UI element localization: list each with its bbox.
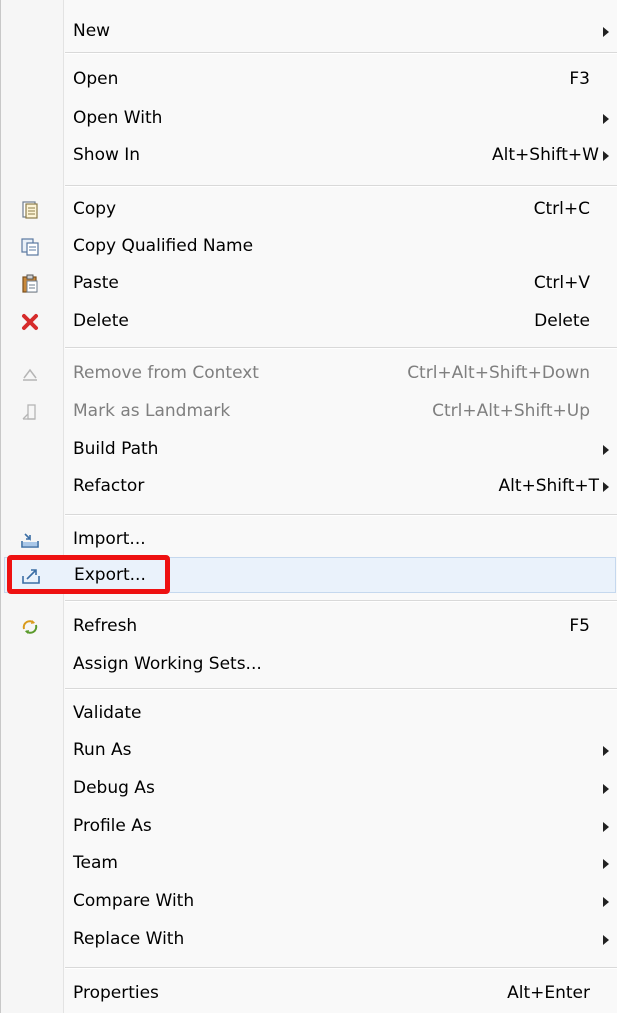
menu-item-shortcut: Ctrl+V — [533, 273, 590, 293]
menu-item-replace-with[interactable]: Replace With — [4, 922, 615, 958]
menu-item-open[interactable]: Open F3 — [4, 62, 615, 98]
menu-separator — [65, 600, 617, 602]
menu-separator — [65, 52, 617, 54]
menu-item-label: Refresh — [73, 616, 138, 636]
menu-separator — [65, 514, 617, 516]
submenu-arrow-icon — [603, 935, 609, 945]
menu-item-shortcut: F5 — [569, 616, 590, 636]
menu-item-new[interactable]: New — [4, 14, 615, 50]
menu-item-team[interactable]: Team — [4, 846, 615, 882]
delete-icon — [20, 312, 40, 332]
menu-item-run-as[interactable]: Run As — [4, 733, 615, 769]
submenu-arrow-icon — [603, 27, 609, 37]
menu-item-validate[interactable]: Validate — [4, 696, 615, 732]
submenu-arrow-icon — [603, 114, 609, 124]
menu-item-compare-with[interactable]: Compare With — [4, 884, 615, 920]
menu-item-build-path[interactable]: Build Path — [4, 432, 615, 468]
menu-item-assign-working-sets[interactable]: Assign Working Sets... — [4, 647, 615, 683]
menu-item-remove-from-context: Remove from Context Ctrl+Alt+Shift+Down — [4, 356, 615, 392]
menu-separator — [65, 688, 617, 690]
menu-item-label: Team — [73, 853, 118, 873]
menu-item-label: Profile As — [73, 816, 152, 836]
import-icon — [20, 530, 40, 550]
menu-item-label: Debug As — [73, 778, 155, 798]
paste-icon — [20, 274, 40, 294]
export-icon — [21, 566, 41, 586]
landmark-icon — [20, 402, 40, 422]
menu-item-label: Paste — [73, 273, 119, 293]
submenu-arrow-icon — [603, 784, 609, 794]
menu-item-label: Copy — [73, 199, 117, 219]
menu-item-shortcut: Alt+Shift+W — [492, 145, 599, 165]
menu-item-copy[interactable]: Copy Ctrl+C — [4, 192, 615, 228]
menu-item-label: Assign Working Sets... — [73, 654, 262, 674]
menu-item-label: Properties — [73, 983, 159, 1003]
menu-separator — [65, 185, 617, 187]
menu-item-shortcut: Ctrl+C — [533, 199, 590, 219]
menu-item-label: Show In — [73, 145, 141, 165]
menu-item-profile-as[interactable]: Profile As — [4, 809, 615, 845]
menu-item-open-with[interactable]: Open With — [4, 101, 615, 137]
menu-item-shortcut: Alt+Enter — [507, 983, 590, 1003]
menu-item-shortcut: Alt+Shift+T — [498, 476, 599, 496]
menu-item-refresh[interactable]: Refresh F5 — [4, 609, 615, 645]
menu-item-label: Remove from Context — [73, 363, 259, 383]
menu-item-show-in[interactable]: Show In Alt+Shift+W — [4, 138, 615, 174]
menu-item-label: Validate — [73, 703, 142, 723]
context-menu: New Open F3 Open With Show In Alt+Shift+… — [0, 0, 617, 1013]
menu-item-label: Export... — [74, 565, 146, 585]
menu-item-label: Import... — [73, 529, 146, 549]
menu-item-label: Open With — [73, 108, 163, 128]
menu-item-shortcut: F3 — [569, 69, 590, 89]
menu-item-copy-qualified-name[interactable]: Copy Qualified Name — [4, 229, 615, 265]
menu-item-label: Build Path — [73, 439, 159, 459]
menu-item-paste[interactable]: Paste Ctrl+V — [4, 266, 615, 302]
menu-item-debug-as[interactable]: Debug As — [4, 771, 615, 807]
menu-item-label: Copy Qualified Name — [73, 236, 254, 256]
menu-item-label: Compare With — [73, 891, 195, 911]
menu-separator — [65, 967, 617, 969]
menu-item-export[interactable]: Export... — [4, 557, 616, 593]
copy-qualified-name-icon — [20, 237, 40, 257]
menu-item-shortcut: Ctrl+Alt+Shift+Down — [407, 363, 590, 383]
refresh-icon — [20, 617, 40, 637]
menu-item-properties[interactable]: Properties Alt+Enter — [4, 976, 615, 1012]
submenu-arrow-icon — [603, 859, 609, 869]
menu-item-delete[interactable]: Delete Delete — [4, 304, 615, 340]
menu-item-mark-as-landmark: Mark as Landmark Ctrl+Alt+Shift+Up — [4, 394, 615, 430]
menu-item-import[interactable]: Import... — [4, 522, 615, 558]
submenu-arrow-icon — [603, 822, 609, 832]
submenu-arrow-icon — [603, 445, 609, 455]
submenu-arrow-icon — [603, 897, 609, 907]
menu-item-label: Refactor — [73, 476, 145, 496]
menu-item-shortcut: Delete — [534, 311, 590, 331]
menu-item-label: Mark as Landmark — [73, 401, 231, 421]
menu-item-shortcut: Ctrl+Alt+Shift+Up — [432, 401, 590, 421]
menu-item-label: Delete — [73, 311, 129, 331]
menu-item-label: New — [73, 21, 111, 41]
menu-item-label: Run As — [73, 740, 132, 760]
menu-item-label: Open — [73, 69, 119, 89]
submenu-arrow-icon — [603, 746, 609, 756]
menu-separator — [65, 347, 617, 349]
remove-from-context-icon — [20, 364, 40, 384]
menu-item-label: Replace With — [73, 929, 185, 949]
copy-icon — [20, 200, 40, 220]
submenu-arrow-icon — [603, 151, 609, 161]
submenu-arrow-icon — [603, 482, 609, 492]
menu-item-refactor[interactable]: Refactor Alt+Shift+T — [4, 469, 615, 505]
